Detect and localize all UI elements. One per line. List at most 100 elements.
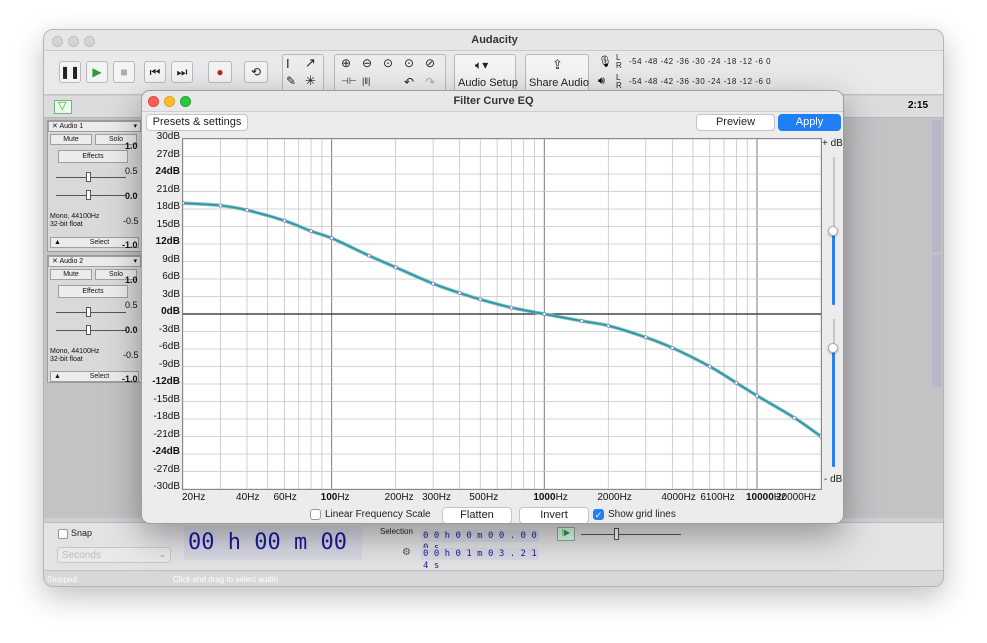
eq-control-point[interactable]	[309, 229, 314, 234]
apply-button[interactable]: Apply	[778, 114, 841, 131]
record-meter-scale[interactable]: -54 -48 -42 -36 -30 -24 -18 -12 -6 0	[629, 57, 771, 66]
flatten-button[interactable]: Flatten	[442, 507, 512, 523]
x-tick-label: 300Hz	[422, 492, 452, 503]
time-display[interactable]: 00 h 00 m 00 s	[184, 526, 362, 586]
y-tick-label: 18dB	[156, 201, 180, 212]
undo-icon[interactable]: ↶	[404, 75, 414, 89]
snap-checkbox[interactable]	[58, 529, 68, 539]
envelope-tool-icon[interactable]: ↗	[305, 55, 316, 71]
eq-control-point[interactable]	[478, 297, 483, 302]
preview-button[interactable]: Preview	[696, 114, 775, 131]
eq-control-point[interactable]	[183, 201, 185, 206]
microphone-icon[interactable]: 🎙︎	[598, 55, 612, 68]
record-button[interactable]: ●	[208, 61, 232, 83]
toolbar: ❚❚ ▶ ■ ⏮ ⏭ ● ⟲ I ↗ ✎ ✳ ⊕ ⊖ ⊙ ⊙ ⊘ ⊣⊢ |‖| …	[44, 51, 943, 95]
selection-tool-icon[interactable]: I	[286, 56, 290, 71]
mute-button[interactable]: Mute	[50, 269, 92, 280]
eq-control-point[interactable]	[670, 345, 675, 350]
zoom-out-icon[interactable]: ⊖	[362, 56, 372, 70]
eq-control-point[interactable]	[542, 311, 547, 316]
snap-units-select[interactable]: Seconds ⌄	[57, 547, 171, 563]
eq-control-point[interactable]	[707, 364, 712, 369]
x-tick-label: 500Hz	[469, 492, 499, 503]
eq-control-point[interactable]	[754, 393, 759, 398]
x-tick-label: 20Hz	[182, 492, 206, 503]
eq-control-point[interactable]	[606, 323, 611, 328]
y-tick-label: -15dB	[153, 393, 180, 405]
eq-control-point[interactable]	[218, 203, 223, 208]
zoom-toggle-icon[interactable]: ⊘	[425, 56, 435, 70]
settings-gear-icon[interactable]: ⚙	[402, 547, 411, 558]
invert-button[interactable]: Invert	[519, 507, 589, 523]
redo-icon[interactable]: ↷	[425, 75, 435, 89]
trim-icon[interactable]: ⊣⊢	[341, 76, 357, 87]
effects-button[interactable]: Effects	[58, 285, 128, 298]
stop-button[interactable]: ■	[113, 61, 135, 83]
y-tick-label: 0dB	[161, 306, 180, 317]
zoom-in-icon[interactable]: ⊕	[341, 56, 351, 70]
y-tick-label: -9dB	[158, 358, 180, 370]
record-icon: ●	[216, 65, 224, 79]
presets-settings-button[interactable]: Presets & settings	[146, 114, 248, 131]
share-audio-button[interactable]: ⇪ Share Audio	[525, 54, 589, 92]
eq-control-point[interactable]	[579, 318, 584, 323]
skip-start-button[interactable]: ⏮	[144, 61, 166, 83]
pause-button[interactable]: ❚❚	[59, 61, 81, 83]
eq-control-point[interactable]	[367, 253, 372, 258]
eq-control-point[interactable]	[282, 218, 287, 223]
gain-slider-handle[interactable]	[86, 172, 91, 182]
eq-control-point[interactable]	[643, 335, 648, 340]
db-range-bottom-knob[interactable]	[828, 343, 838, 353]
y-tick-label: -27dB	[153, 463, 180, 475]
effects-button[interactable]: Effects	[58, 150, 128, 163]
y-tick-label: 6dB	[162, 271, 180, 282]
speaker-meter-icon[interactable]: 🔊︎	[598, 75, 605, 88]
gain-slider[interactable]	[56, 177, 126, 178]
track-name-button[interactable]: ✕ Audio 2 ▾	[48, 256, 141, 267]
eq-curve-graph[interactable]	[182, 138, 822, 490]
play-button[interactable]: ▶	[86, 61, 108, 83]
pan-slider[interactable]	[56, 330, 126, 331]
db-range-top-fill	[832, 231, 835, 305]
draw-tool-icon[interactable]: ✎	[286, 74, 296, 88]
silence-icon[interactable]: |‖|	[362, 76, 370, 86]
loop-button[interactable]: ⟲	[244, 61, 268, 83]
play-at-speed-button[interactable]: |▶	[557, 527, 575, 541]
pan-slider-handle[interactable]	[86, 190, 91, 200]
plus-db-label: + dB	[822, 138, 843, 149]
eq-control-point[interactable]	[509, 305, 514, 310]
audio-setup-button[interactable]: 🔈︎▾ Audio Setup	[454, 54, 518, 92]
mute-button[interactable]: Mute	[50, 134, 92, 145]
gain-slider[interactable]	[56, 312, 126, 313]
play-speed-handle[interactable]	[614, 528, 619, 540]
track-name-button[interactable]: ✕ Audio 1 ▾	[48, 121, 141, 132]
eq-control-point[interactable]	[245, 208, 250, 213]
show-grid-checkbox[interactable]: ✓	[593, 509, 604, 520]
x-tick-label: 20000Hz	[776, 492, 817, 503]
select-label: Select	[89, 373, 110, 380]
eq-control-point[interactable]	[792, 415, 797, 420]
fit-selection-icon[interactable]: ⊙	[383, 56, 393, 70]
gain-slider-handle[interactable]	[86, 307, 91, 317]
selection-start-field[interactable]: 0 0 h 0 0 m 0 0 . 0 0 0 s	[421, 530, 539, 553]
timeline-options-button[interactable]: ▽	[54, 100, 72, 114]
pan-slider[interactable]	[56, 195, 126, 196]
db-range-top-knob[interactable]	[828, 226, 838, 236]
dialog-title: Filter Curve EQ	[453, 95, 534, 107]
eq-control-point[interactable]	[819, 434, 821, 439]
playback-meter-scale[interactable]: -54 -48 -42 -36 -30 -24 -18 -12 -6 0	[629, 77, 771, 86]
eq-control-point[interactable]	[329, 236, 334, 241]
selection-end-field[interactable]: 0 0 h 0 1 m 0 3 . 2 1 4 s	[421, 548, 539, 571]
pan-slider-handle[interactable]	[86, 325, 91, 335]
skip-end-button[interactable]: ⏭	[171, 61, 193, 83]
eq-curve-svg[interactable]	[183, 139, 821, 489]
eq-control-point[interactable]	[457, 290, 462, 295]
eq-control-point[interactable]	[393, 265, 398, 270]
play-speed-slider[interactable]	[581, 534, 681, 535]
fit-project-icon[interactable]: ⊙	[404, 56, 414, 70]
eq-control-point[interactable]	[431, 281, 436, 286]
eq-control-point[interactable]	[734, 380, 739, 385]
select-label: Select	[89, 239, 110, 246]
multi-tool-icon[interactable]: ✳	[305, 73, 316, 89]
linear-scale-checkbox[interactable]	[310, 509, 321, 520]
